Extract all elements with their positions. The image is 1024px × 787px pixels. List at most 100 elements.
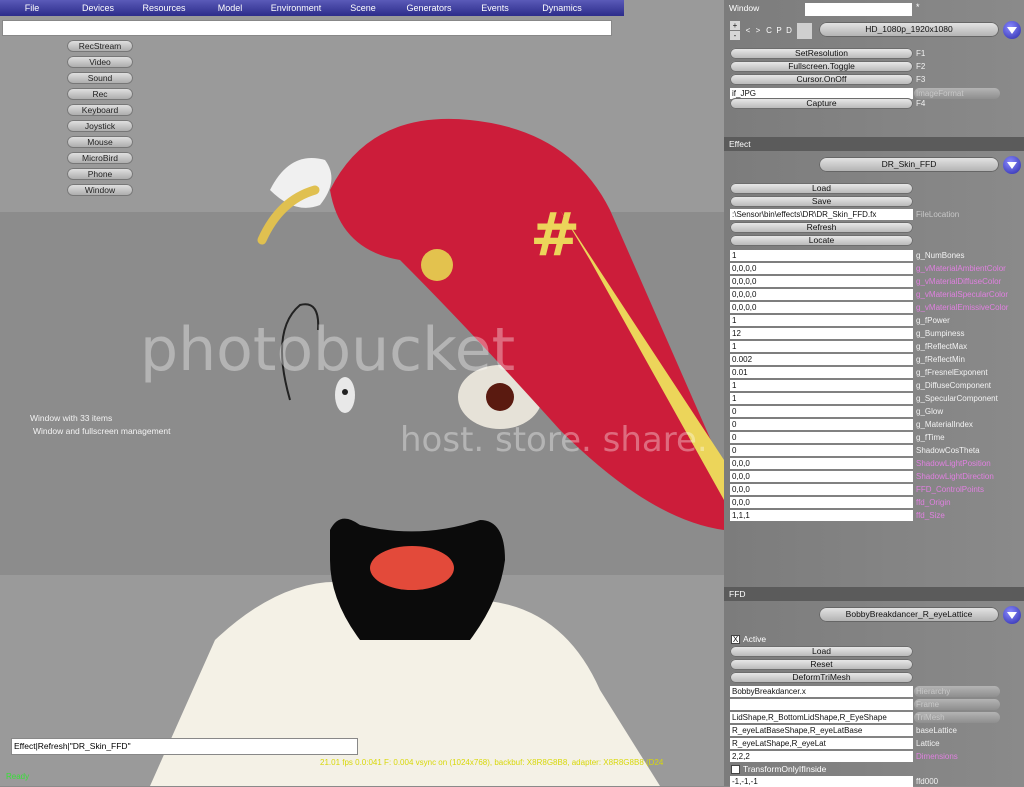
mini-button-d[interactable]: D	[784, 24, 794, 38]
fullscreen-toggle-key: F2	[916, 62, 926, 71]
effect-file-location-field[interactable]: :\Sensor\bin\effects\DR\DR_Skin_FFD.fx	[730, 209, 913, 220]
effect-param-label: g_MaterialIndex	[916, 420, 973, 429]
mini-button-color[interactable]	[797, 23, 812, 39]
effect-param-value[interactable]: 0,0,0,0	[730, 302, 913, 313]
device-button-microbird[interactable]: MicroBird	[67, 152, 133, 164]
ffd-reset-button[interactable]: Reset	[730, 659, 913, 670]
menu-generators[interactable]: Generators	[399, 0, 459, 16]
ffd-field-value[interactable]: R_eyeLatShape,R_eyeLat	[730, 738, 913, 749]
ffd-field-label: baseLattice	[916, 726, 957, 735]
effect-param-label: g_NumBones	[916, 251, 965, 260]
effect-param-label: g_fPower	[916, 316, 950, 325]
mini-button-next[interactable]: >	[753, 24, 763, 38]
command-input[interactable]: Effect|Refresh|"DR_Skin_FFD"	[11, 738, 358, 755]
ffd-field-label: Dimensions	[916, 752, 958, 761]
effect-dropdown-icon[interactable]	[1003, 156, 1021, 174]
effect-param-value[interactable]: 0	[730, 445, 913, 456]
device-button-sound[interactable]: Sound	[67, 72, 133, 84]
device-button-recstream[interactable]: RecStream	[67, 40, 133, 52]
viewport-3d[interactable]: # photobucket host. store. share. File D…	[0, 0, 724, 786]
active-checkbox[interactable]: X	[731, 635, 740, 644]
effect-param-value[interactable]: 0,0,0,0	[730, 289, 913, 300]
ffd-field-value[interactable]: BobbyBreakdancer.x	[730, 686, 913, 697]
top-text-field[interactable]	[2, 20, 612, 36]
window-title-field[interactable]	[805, 3, 912, 16]
device-button-window[interactable]: Window	[67, 184, 133, 196]
menu-resources[interactable]: Resources	[136, 0, 192, 16]
scene-render: #	[150, 118, 724, 786]
effect-param-value[interactable]: 1	[730, 315, 913, 326]
effect-refresh-button[interactable]: Refresh	[730, 222, 913, 233]
mini-button-prev[interactable]: <	[743, 24, 753, 38]
effect-param-value[interactable]: 0,0,0	[730, 484, 913, 495]
effect-param-label: g_DiffuseComponent	[916, 381, 992, 390]
device-button-phone[interactable]: Phone	[67, 168, 133, 180]
ffd-field-value[interactable]: R_eyeLatBaseShape,R_eyeLatBase	[730, 725, 913, 736]
ffd-field-value[interactable]	[730, 699, 913, 710]
fullscreen-toggle-button[interactable]: Fullscreen.Toggle	[730, 61, 913, 72]
mini-button-c[interactable]: C	[764, 24, 774, 38]
ffd-field-value[interactable]: LidShape,R_BottomLidShape,R_EyeShape	[730, 712, 913, 723]
device-button-mouse[interactable]: Mouse	[67, 136, 133, 148]
ffd-load-button[interactable]: Load	[730, 646, 913, 657]
effect-param-value[interactable]: 0	[730, 406, 913, 417]
resolution-select[interactable]: HD_1080p_1920x1080	[819, 22, 999, 37]
menu-dynamics[interactable]: Dynamics	[532, 0, 592, 16]
deform-trimesh-button[interactable]: DeformTriMesh	[730, 672, 913, 683]
menu-file[interactable]: File	[8, 0, 56, 16]
effect-param-label: ShadowLightDirection	[916, 472, 994, 481]
effect-load-button[interactable]: Load	[730, 183, 913, 194]
effect-param-label: g_fReflectMax	[916, 342, 968, 351]
effect-param-value[interactable]: 1	[730, 341, 913, 352]
effect-param-value[interactable]: 1	[730, 380, 913, 391]
effect-param-value[interactable]: 0.01	[730, 367, 913, 378]
capture-button[interactable]: Capture	[730, 98, 913, 109]
cursor-onoff-button[interactable]: Cursor.OnOff	[730, 74, 913, 85]
effect-param-label: ffd_Origin	[916, 498, 951, 507]
effect-locate-button[interactable]: Locate	[730, 235, 913, 246]
effect-param-value[interactable]: 0,0,0	[730, 497, 913, 508]
menu-devices[interactable]: Devices	[70, 0, 126, 16]
effect-param-value[interactable]: 1,1,1	[730, 510, 913, 521]
effect-param-value[interactable]: 0,0,0,0	[730, 276, 913, 287]
mini-button-p[interactable]: P	[774, 24, 784, 38]
effect-save-button[interactable]: Save	[730, 196, 913, 207]
device-button-video[interactable]: Video	[67, 56, 133, 68]
effect-param-value[interactable]: 0,0,0	[730, 471, 913, 482]
ffd-field-label: Hierarchy	[916, 687, 951, 696]
effect-param-label: g_fFresnelExponent	[916, 368, 988, 377]
effect-param-value[interactable]: 1	[730, 393, 913, 404]
menu-scene[interactable]: Scene	[338, 0, 388, 16]
effect-param-value[interactable]: 0,0,0,0	[730, 263, 913, 274]
ffd-field-value[interactable]: 2,2,2	[730, 751, 913, 762]
lattice-select[interactable]: BobbyBreakdancer_R_eyeLattice	[819, 607, 999, 622]
effect-param-label: g_Bumpiness	[916, 329, 965, 338]
effect-param-value[interactable]: 1	[730, 250, 913, 261]
effect-param-label: ShadowCosTheta	[916, 446, 980, 455]
ffd-last-label: ffd000	[916, 777, 939, 786]
effect-select[interactable]: DR_Skin_FFD	[819, 157, 999, 172]
effect-param-value[interactable]: 0	[730, 419, 913, 430]
device-button-rec[interactable]: Rec	[67, 88, 133, 100]
effect-param-value[interactable]: 12	[730, 328, 913, 339]
set-resolution-button[interactable]: SetResolution	[730, 48, 913, 59]
device-button-keyboard[interactable]: Keyboard	[67, 104, 133, 116]
effect-param-value[interactable]: 0.002	[730, 354, 913, 365]
device-button-joystick[interactable]: Joystick	[67, 120, 133, 132]
effect-file-location-label: FileLocation	[916, 210, 960, 219]
effect-param-value[interactable]: 0,0,0	[730, 458, 913, 469]
mini-button-minus[interactable]: -	[730, 31, 740, 40]
ffd-section-header: FFD	[724, 587, 1024, 601]
menu-events[interactable]: Events	[470, 0, 520, 16]
ffd-last-field[interactable]: -1,-1,-1	[730, 776, 913, 787]
menu-environment[interactable]: Environment	[265, 0, 327, 16]
ffd-field-label: Frame	[916, 700, 940, 709]
mini-button-plus[interactable]: +	[730, 21, 740, 30]
effect-param-value[interactable]: 0	[730, 432, 913, 443]
watermark: photobucket	[140, 315, 516, 385]
menu-model[interactable]: Model	[205, 0, 255, 16]
effect-param-label: g_fTime	[916, 433, 945, 442]
transform-checkbox[interactable]	[731, 765, 740, 774]
lattice-dropdown-icon[interactable]	[1003, 606, 1021, 624]
resolution-dropdown-icon[interactable]	[1003, 21, 1021, 39]
